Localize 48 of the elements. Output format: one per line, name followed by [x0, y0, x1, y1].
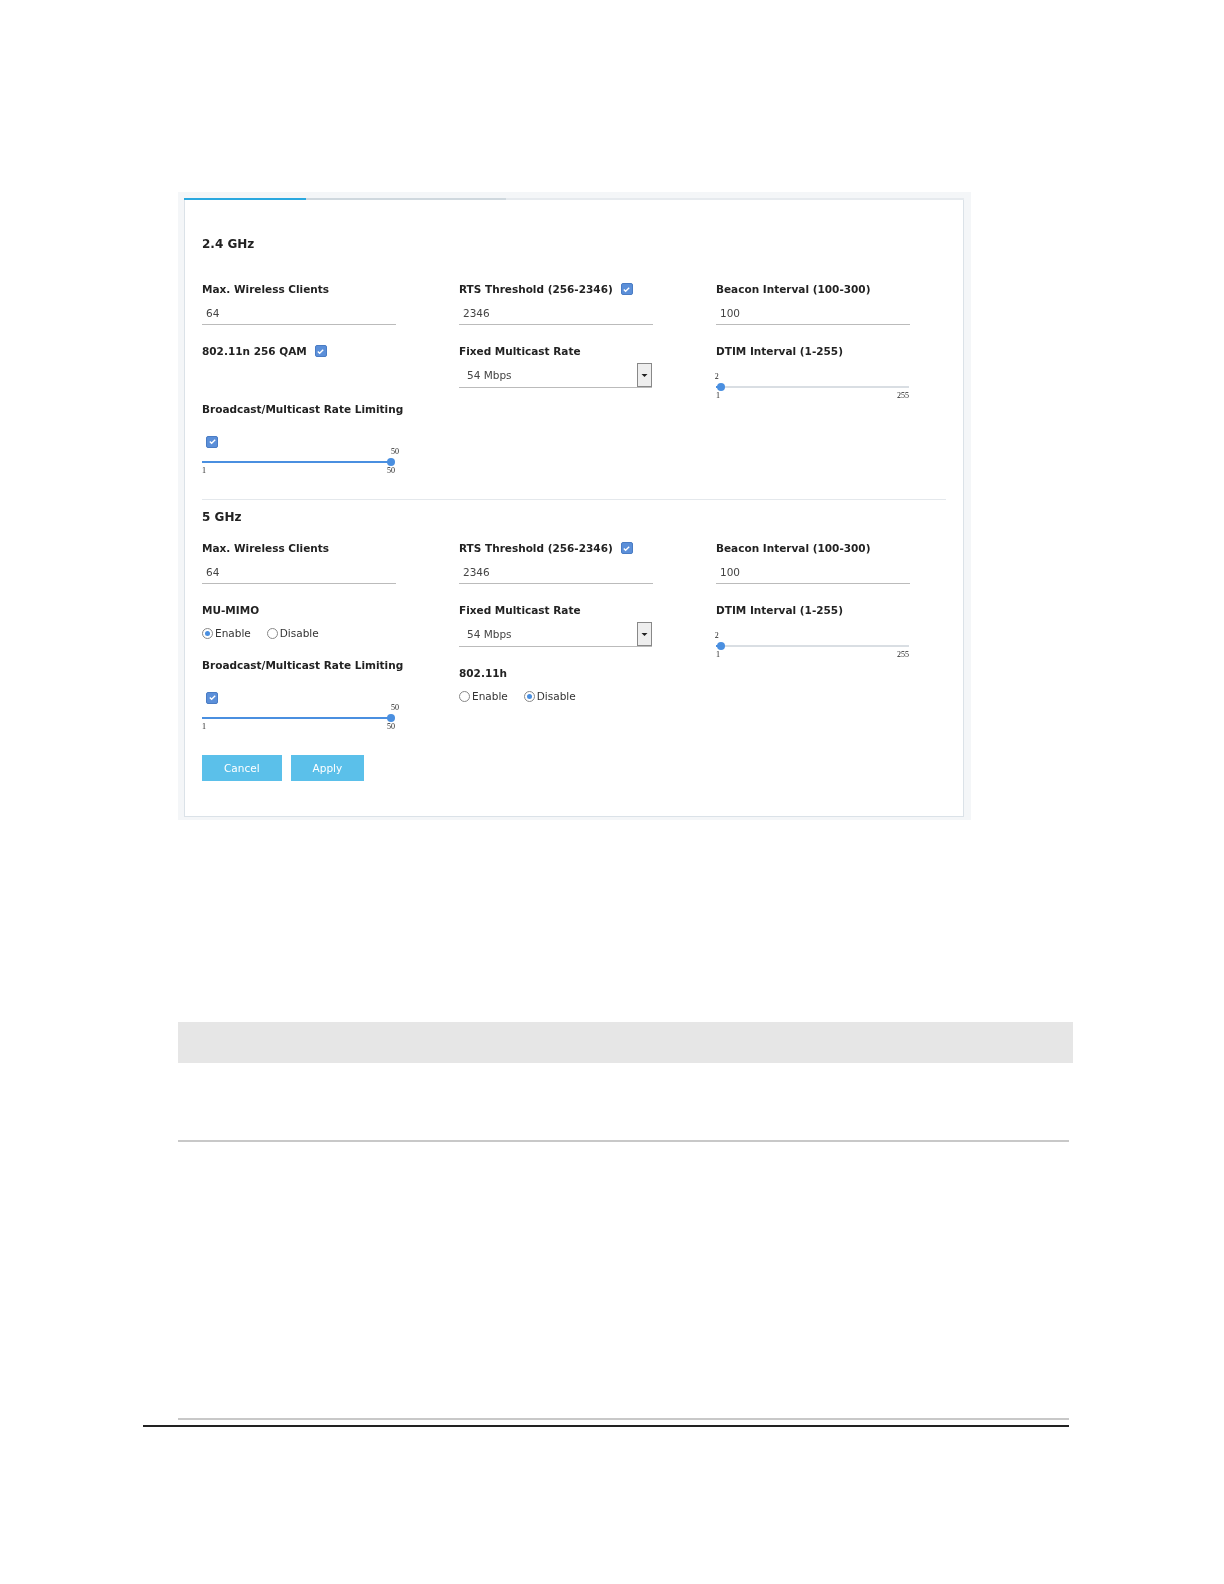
field-label: RTS Threshold (256-2346): [459, 283, 613, 295]
field-label: 802.11h: [459, 667, 507, 679]
slider-value: 2: [714, 631, 719, 640]
field-label: Beacon Interval (100-300): [716, 542, 871, 554]
text-field[interactable]: 100: [716, 558, 910, 584]
checkbox[interactable]: [620, 283, 633, 295]
field-label: Fixed Multicast Rate: [459, 604, 581, 616]
field-label: Broadcast/Multicast Rate Limiting: [202, 659, 404, 671]
text-field[interactable]: 64: [202, 299, 396, 325]
field-label: Max. Wireless Clients: [202, 283, 330, 295]
field-label: 802.11n 256 QAM: [202, 345, 307, 357]
slider-min: 1: [202, 722, 206, 731]
checkbox[interactable]: [314, 345, 327, 357]
field-label: Broadcast/Multicast Rate Limiting: [202, 403, 404, 415]
section-title: 2.4 GHz: [202, 237, 256, 251]
slider-max: 50: [387, 722, 395, 731]
checkbox[interactable]: [206, 435, 218, 448]
field-label: Beacon Interval (100-300): [716, 283, 871, 295]
dropdown-caret-icon[interactable]: [637, 622, 652, 646]
slider-min: 1: [202, 466, 206, 475]
slider-max: 255: [897, 391, 909, 400]
checkbox[interactable]: [206, 691, 218, 704]
slider-max: 50: [387, 466, 395, 475]
radio-label[interactable]: Disable: [279, 627, 319, 639]
checkbox[interactable]: [620, 542, 633, 554]
slider-value: 50: [391, 703, 399, 712]
text-field[interactable]: 2346: [459, 558, 653, 584]
dropdown[interactable]: 54 Mbps: [459, 622, 652, 647]
text-field[interactable]: 64: [202, 558, 396, 584]
radio-label[interactable]: Disable: [536, 690, 576, 702]
text-field[interactable]: 100: [716, 299, 910, 325]
slider-value: 2: [714, 372, 719, 381]
slider-max: 255: [897, 650, 909, 659]
slider-min: 1: [716, 650, 720, 659]
field-label: MU-MIMO: [202, 604, 260, 616]
field-label: Fixed Multicast Rate: [459, 345, 581, 357]
dropdown-caret-icon[interactable]: [637, 363, 652, 387]
text-field[interactable]: 2346: [459, 299, 653, 325]
dropdown[interactable]: 54 Mbps: [459, 363, 652, 388]
field-label: Max. Wireless Clients: [202, 542, 330, 554]
section-title: 5 GHz: [202, 510, 243, 524]
radio-label[interactable]: Enable: [472, 690, 508, 702]
radio-label[interactable]: Enable: [215, 627, 251, 639]
slider-value: 50: [391, 447, 399, 456]
field-label: DTIM Interval (1-255): [716, 345, 843, 357]
slider-min: 1: [716, 391, 720, 400]
field-label: DTIM Interval (1-255): [716, 604, 843, 616]
field-label: RTS Threshold (256-2346): [459, 542, 613, 554]
